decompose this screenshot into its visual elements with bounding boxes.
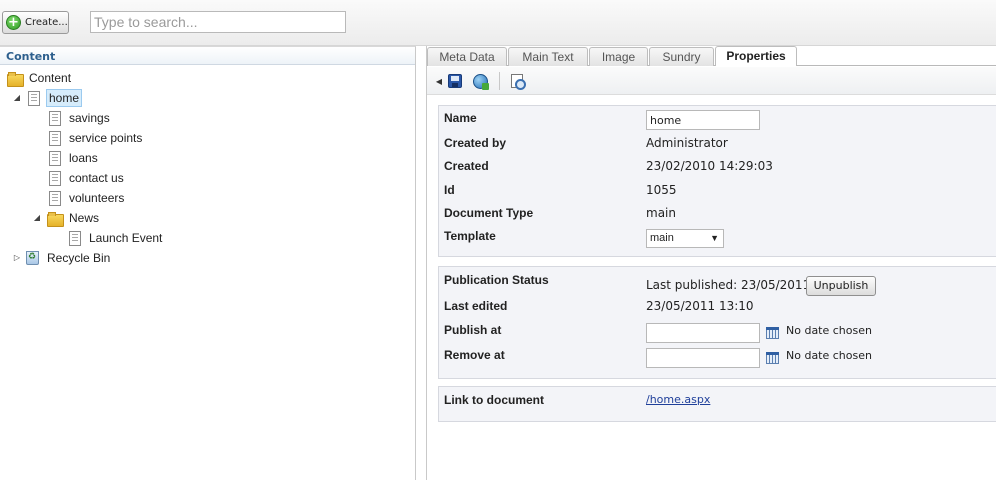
template-select[interactable]: main ▼: [646, 229, 724, 248]
editor-panel: Meta Data Main Text Image Sundry Propert…: [426, 46, 996, 480]
document-icon: [49, 190, 61, 206]
tab-meta-data[interactable]: Meta Data: [427, 47, 507, 66]
dropdown-caret-icon: ▼: [710, 233, 719, 243]
id-value: 1055: [646, 183, 677, 197]
tree-node-loans[interactable]: loans: [49, 149, 100, 167]
tab-properties[interactable]: Properties: [715, 46, 797, 66]
remove-at-note: No date chosen: [786, 349, 872, 362]
created-row: Created 23/02/2010 14:29:03: [444, 157, 994, 177]
preview-button[interactable]: [509, 73, 526, 90]
save-button[interactable]: [447, 73, 463, 89]
document-type-row: Document Type main: [444, 204, 994, 224]
remove-at-row: Remove at No date chosen: [444, 346, 994, 368]
tree-node-label: loans: [69, 151, 98, 165]
template-row: Template main ▼: [444, 227, 994, 248]
publish-at-label: Publish at: [444, 323, 502, 337]
tab-sundry[interactable]: Sundry: [649, 47, 714, 66]
tab-main-text[interactable]: Main Text: [508, 47, 588, 66]
publication-status-row: Publication Status Last published: 23/05…: [444, 271, 994, 296]
tab-bar: Meta Data Main Text Image Sundry Propert…: [427, 46, 996, 66]
document-icon: [49, 170, 61, 186]
created-by-label: Created by: [444, 136, 507, 150]
properties-group: Name Created by Administrator Created 23…: [438, 105, 996, 257]
created-by-row: Created by Administrator: [444, 134, 994, 154]
last-edited-label: Last edited: [444, 299, 508, 313]
id-label: Id: [444, 183, 455, 197]
tree-node-label: service points: [69, 131, 143, 145]
remove-at-label: Remove at: [444, 348, 505, 362]
publish-at-row: Publish at No date chosen: [444, 321, 994, 343]
tree-node-content[interactable]: Content: [7, 69, 73, 87]
document-type-label: Document Type: [444, 206, 534, 220]
search-input[interactable]: [90, 11, 346, 33]
folder-icon: [7, 71, 24, 87]
tree-node-label: home: [46, 89, 83, 107]
tab-image[interactable]: Image: [589, 47, 648, 66]
document-icon: [49, 150, 61, 166]
unpublish-button[interactable]: Unpublish: [806, 276, 876, 296]
link-row: Link to document /home.aspx: [444, 391, 994, 411]
template-selected-value: main: [650, 232, 674, 244]
tree-node-service-points[interactable]: service points: [49, 129, 144, 147]
collapse-arrow-icon[interactable]: ◢: [32, 213, 42, 223]
tree-node-news[interactable]: ◢ News: [32, 209, 101, 227]
tree-node-label: savings: [69, 111, 110, 125]
recycle-bin-icon: [26, 251, 39, 265]
publish-icon: [472, 73, 489, 90]
tree-node-savings[interactable]: savings: [49, 109, 112, 127]
created-value: 23/02/2010 14:29:03: [646, 159, 773, 173]
calendar-icon[interactable]: [766, 352, 779, 364]
last-edited-value: 23/05/2011 13:10: [646, 299, 754, 313]
publish-at-field[interactable]: [646, 323, 760, 343]
name-label: Name: [444, 111, 477, 125]
toolbar-divider: [499, 72, 500, 90]
content-tree-panel: Content Content ◢ home savings service p…: [0, 46, 416, 480]
tree-node-volunteers[interactable]: volunteers: [49, 189, 126, 207]
tree-node-label: Recycle Bin: [47, 251, 111, 265]
document-icon: [69, 230, 81, 246]
name-row: Name: [444, 109, 994, 130]
document-icon: [28, 90, 40, 106]
tree-node-contact-us[interactable]: contact us: [49, 169, 126, 187]
editor-toolbar: ◀: [427, 67, 996, 95]
publication-group: Publication Status Last published: 23/05…: [438, 266, 996, 379]
link-to-document-label: Link to document: [444, 393, 544, 407]
save-and-publish-button[interactable]: [472, 73, 489, 90]
id-row: Id 1055: [444, 181, 994, 201]
tree-node-label: News: [69, 211, 100, 225]
collapse-left-icon[interactable]: ◀: [431, 73, 447, 89]
name-field[interactable]: [646, 110, 760, 130]
tree-node-launch-event[interactable]: Launch Event: [69, 229, 164, 247]
tree-node-label: contact us: [69, 171, 124, 185]
top-toolbar: + Create...: [0, 0, 996, 46]
create-button[interactable]: + Create...: [2, 11, 69, 34]
expand-arrow-icon[interactable]: ▷: [12, 253, 22, 263]
save-icon: [448, 74, 462, 88]
calendar-icon[interactable]: [766, 327, 779, 339]
collapse-arrow-icon[interactable]: ◢: [12, 93, 22, 103]
last-edited-row: Last edited 23/05/2011 13:10: [444, 297, 994, 317]
tree-node-recycle-bin[interactable]: ▷ Recycle Bin: [12, 249, 112, 267]
folder-icon: [47, 211, 64, 227]
created-by-value: Administrator: [646, 136, 728, 150]
created-label: Created: [444, 159, 489, 173]
panel-header: Content: [0, 47, 415, 65]
add-icon: +: [6, 15, 21, 30]
publish-at-note: No date chosen: [786, 324, 872, 337]
document-icon: [49, 130, 61, 146]
create-button-label: Create...: [25, 17, 68, 28]
tree-node-label: Content: [29, 71, 72, 85]
link-group: Link to document /home.aspx: [438, 386, 996, 422]
remove-at-field[interactable]: [646, 348, 760, 368]
publication-status-value: Last published: 23/05/2011: [646, 278, 811, 292]
tree-node-label: volunteers: [69, 191, 125, 205]
publication-status-label: Publication Status: [444, 273, 549, 287]
document-link[interactable]: /home.aspx: [646, 393, 710, 406]
document-type-value: main: [646, 206, 676, 220]
tree-node-label: Launch Event: [89, 231, 163, 245]
template-label: Template: [444, 229, 496, 243]
preview-icon: [511, 74, 526, 90]
document-icon: [49, 110, 61, 126]
tree-node-home[interactable]: ◢ home: [12, 89, 83, 107]
